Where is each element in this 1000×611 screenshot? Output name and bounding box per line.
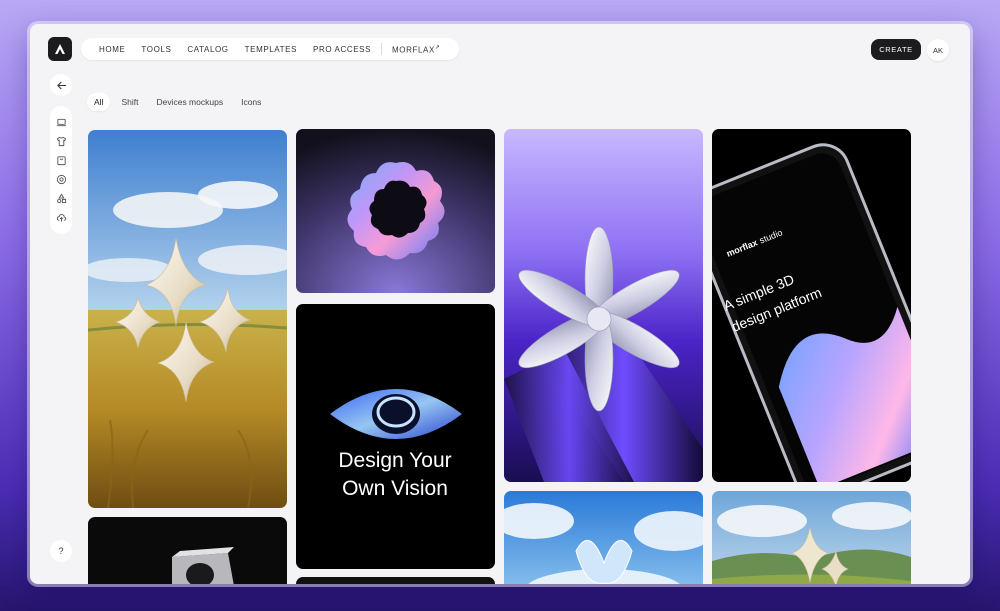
sky-shape-image — [504, 491, 703, 584]
hills-star-image — [712, 491, 911, 584]
morflax-logo[interactable] — [48, 37, 72, 61]
gallery-card-eye-poster[interactable]: Design Your Own Vision — [296, 304, 495, 569]
meadow-star-image — [88, 130, 287, 508]
nav-templates[interactable]: TEMPLATES — [237, 45, 305, 54]
nav-tools[interactable]: TOOLS — [133, 45, 179, 54]
gallery-card-meadow-star[interactable] — [88, 130, 287, 508]
phone-mockup-image: morflaxstudio A simple 3D design platfor… — [712, 129, 911, 482]
eye-poster-image: Design Your Own Vision — [296, 304, 495, 569]
arrow-up-right-icon: ↗ — [434, 44, 441, 51]
cloud-upload-icon[interactable] — [54, 211, 68, 225]
filter-tabs: All Shift Devices mockups Icons — [87, 93, 268, 111]
filter-shift[interactable]: Shift — [114, 93, 145, 111]
nav-morflax-label: MORFLAX — [392, 45, 435, 55]
filter-all[interactable]: All — [87, 93, 111, 111]
tshirt-icon[interactable] — [54, 134, 68, 148]
back-button[interactable] — [50, 74, 72, 96]
poster-headline-line1: Design Your — [338, 449, 451, 472]
chrome-gear-image — [296, 129, 495, 293]
filter-icons[interactable]: Icons — [234, 93, 268, 111]
badge-icon[interactable] — [54, 173, 68, 187]
avatar[interactable]: AK — [927, 39, 949, 61]
bag-icon[interactable] — [54, 153, 68, 167]
nav-morflax-external[interactable]: MORFLAX↗ — [384, 44, 449, 55]
poster-headline-line2: Own Vision — [342, 477, 448, 500]
arrow-left-icon — [56, 81, 66, 89]
top-navigation: HOME TOOLS CATALOG TEMPLATES PRO ACCESS … — [81, 38, 459, 60]
gallery-card-chrome-flower[interactable] — [504, 129, 703, 482]
dark-strip-image — [296, 577, 495, 584]
create-button[interactable]: CREATE — [871, 39, 921, 60]
gallery-card-phone-mockup[interactable]: morflaxstudio A simple 3D design platfor… — [712, 129, 911, 482]
filter-devices-mockups[interactable]: Devices mockups — [149, 93, 230, 111]
help-button[interactable]: ? — [50, 540, 72, 562]
shapes-icon[interactable] — [54, 192, 68, 206]
gallery-card-dark-strip[interactable] — [296, 577, 495, 584]
laptop-icon[interactable] — [54, 115, 68, 129]
side-toolbar — [50, 106, 72, 234]
nav-divider — [381, 43, 383, 55]
chrome-flower-image — [504, 129, 703, 482]
gallery-card-hills-star[interactable] — [712, 491, 911, 584]
nav-pro-access[interactable]: PRO ACCESS — [305, 45, 379, 54]
gallery-card-dark-cube[interactable] — [88, 517, 287, 584]
nav-home[interactable]: HOME — [91, 45, 133, 54]
app-window: HOME TOOLS CATALOG TEMPLATES PRO ACCESS … — [30, 24, 970, 584]
dark-cube-image — [88, 517, 287, 584]
gallery-card-chrome-gear[interactable] — [296, 129, 495, 293]
gallery-card-sky-shape[interactable] — [504, 491, 703, 584]
nav-catalog[interactable]: CATALOG — [179, 45, 236, 54]
